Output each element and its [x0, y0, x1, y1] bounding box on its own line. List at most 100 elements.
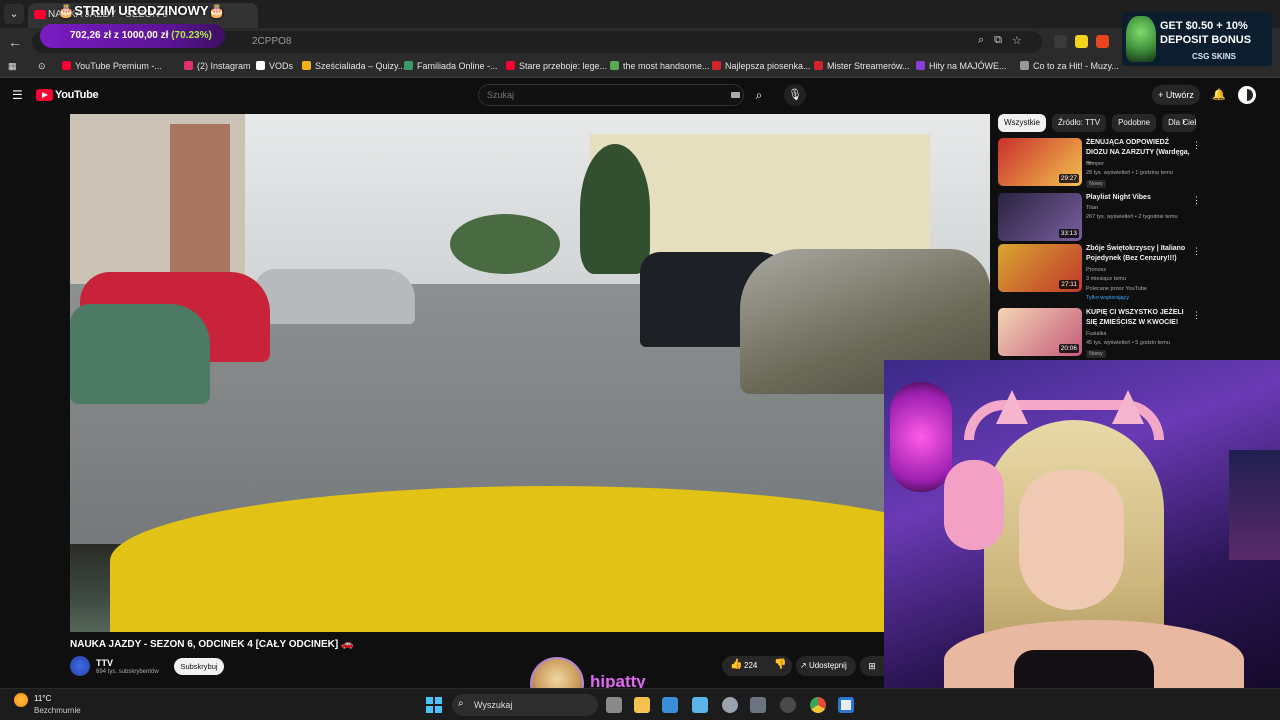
- bookmark-favicon-icon: [712, 61, 721, 70]
- bookmark-star-icon[interactable]: ☆: [1012, 34, 1022, 47]
- chip-all[interactable]: Wszystkie: [998, 114, 1046, 132]
- bookmark-favicon-icon: [506, 61, 515, 70]
- more-options-icon[interactable]: ⋮: [1192, 140, 1201, 151]
- webcam-cat-ear: [996, 390, 1028, 424]
- chip-related[interactable]: Podobne: [1112, 114, 1157, 132]
- thumbs-up-icon[interactable]: 👍: [730, 659, 742, 670]
- more-options-icon[interactable]: ⋮: [1192, 246, 1201, 257]
- donation-percent: (70.23%): [171, 30, 212, 41]
- apps-grid-icon[interactable]: ▦: [8, 61, 17, 72]
- task-view-icon[interactable]: [606, 697, 622, 713]
- recommendation-meta: 267 tys. wyświetleń • 2 tygodnie temu: [1086, 214, 1178, 220]
- bookmark-item[interactable]: YouTube Premium -...: [62, 61, 162, 71]
- recommendation-item[interactable]: 29:27 ŻENUJĄCA ODPOWIEDŹ DIOZU NA ZARZUT…: [998, 138, 1203, 190]
- bookmark-favicon-icon: [610, 61, 619, 70]
- bookmark-item[interactable]: Mister Streamerów...: [814, 61, 910, 71]
- webcam-overlay: [884, 360, 1280, 690]
- bookmark-item[interactable]: (2) Instagram: [184, 61, 251, 71]
- app-icon[interactable]: [692, 697, 708, 713]
- app-icon[interactable]: [750, 697, 766, 713]
- subscribe-button[interactable]: Subskrybuj: [174, 658, 224, 675]
- weather-temperature[interactable]: 11°C: [34, 694, 51, 703]
- more-options-icon[interactable]: ⋮: [1192, 195, 1201, 206]
- extension-icon[interactable]: [1075, 35, 1088, 48]
- start-tile: [435, 706, 442, 713]
- bookmark-favicon-icon: [404, 61, 413, 70]
- donation-goal-bar: 702,26 zł z 1000,00 zł (70.23%): [40, 24, 225, 48]
- bookmark-item[interactable]: Co to za Hit! - Muzy...: [1020, 61, 1119, 71]
- bookmark-item[interactable]: the most handsome...: [610, 61, 710, 71]
- recommendation-title[interactable]: Playlist Night Vibes: [1086, 193, 1190, 203]
- bookmark-item[interactable]: VODs: [256, 61, 293, 71]
- app-icon[interactable]: [780, 697, 796, 713]
- chip-for-you[interactable]: Dla Ciebie: [1162, 114, 1197, 132]
- microphone-icon[interactable]: 🎙: [784, 84, 806, 106]
- bookmark-favicon-icon: [256, 61, 265, 70]
- keyboard-icon[interactable]: [731, 92, 740, 98]
- channel-name[interactable]: TTV: [96, 658, 113, 668]
- thumbs-down-icon[interactable]: 👎: [774, 659, 786, 670]
- bookmark-favicon-icon: [814, 61, 823, 70]
- account-avatar[interactable]: [1238, 86, 1256, 104]
- weather-description[interactable]: Bezchmurnie: [34, 706, 81, 715]
- bookmark-label: YouTube Premium -...: [75, 61, 162, 71]
- bookmark-item[interactable]: Hity na MAJÓWE...: [916, 61, 1007, 71]
- video-player[interactable]: [70, 114, 990, 632]
- video-duration: 27:11: [1059, 280, 1079, 289]
- windows-start-icon[interactable]: [426, 697, 442, 713]
- channel-avatar[interactable]: [70, 656, 90, 676]
- bookmark-label: (2) Instagram: [197, 61, 251, 71]
- like-dislike-pill: 👍 224 👎: [722, 656, 792, 676]
- search-input[interactable]: [487, 88, 727, 102]
- recommendation-title[interactable]: KUPIĘ CI WSZYSTKO JEŻELI SIĘ ZMIEŚCISZ W…: [1086, 308, 1190, 327]
- chrome-icon[interactable]: [810, 697, 826, 713]
- taskbar-search[interactable]: ⌕ Wyszukaj: [452, 694, 598, 716]
- extension-icon[interactable]: [1054, 35, 1067, 48]
- settings-gear-icon[interactable]: [722, 697, 738, 713]
- recommendation-title[interactable]: Zbóje Świętokrzyscy | Italiano Pojedynek…: [1086, 244, 1190, 263]
- video-duration: 20:06: [1058, 344, 1079, 353]
- recommendation-channel: Titan: [1086, 205, 1099, 211]
- share-button[interactable]: ↗ Udostępnij: [796, 656, 856, 676]
- donation-goal: 1000,00 zł: [121, 30, 169, 41]
- recommendation-item[interactable]: 33:13 Playlist Night Vibes Titan 267 tys…: [998, 193, 1203, 245]
- webcam-microphone: [890, 382, 952, 492]
- youtube-logo-icon[interactable]: [36, 89, 53, 101]
- ad-banner: GET $0.50 + 10% DEPOSIT BONUS CSG SKINS: [1122, 12, 1272, 66]
- bookmark-item[interactable]: Najlepsza piosenka...: [712, 61, 811, 71]
- bookmark-icon[interactable]: ⊙: [38, 61, 46, 72]
- store-icon[interactable]: [662, 697, 678, 713]
- zoom-icon[interactable]: ⌕: [978, 34, 984, 47]
- recommendation-thumbnail[interactable]: 29:27: [998, 138, 1082, 186]
- bookmark-favicon-icon: [302, 61, 311, 70]
- chip-from-channel[interactable]: Źródło: TTV: [1052, 114, 1107, 132]
- bookmark-item[interactable]: Familiada Online -...: [404, 61, 498, 71]
- install-app-icon[interactable]: ⧉: [994, 34, 1002, 47]
- back-arrow-icon[interactable]: ←: [8, 34, 22, 50]
- recommendation-item[interactable]: 27:11 Zbóje Świętokrzyscy | Italiano Poj…: [998, 244, 1203, 301]
- chevron-right-icon[interactable]: ›: [1182, 116, 1185, 127]
- video-frame-tree: [450, 214, 560, 274]
- bookmark-item[interactable]: Stare przeboje: lege...: [506, 61, 607, 71]
- tab-search-icon[interactable]: ⌄: [4, 4, 24, 24]
- notifications-bell-icon[interactable]: 🔔: [1212, 88, 1226, 101]
- new-badge: Nowy: [1086, 350, 1106, 358]
- recommendation-thumbnail[interactable]: 20:06: [998, 308, 1082, 356]
- youtube-logo-text[interactable]: YouTube: [55, 89, 99, 101]
- app-icon[interactable]: [838, 697, 854, 713]
- recommendation-thumbnail[interactable]: 33:13: [998, 193, 1082, 241]
- weather-sun-icon[interactable]: [14, 693, 28, 707]
- file-explorer-icon[interactable]: [634, 697, 650, 713]
- save-playlist-icon[interactable]: ⊞: [860, 656, 884, 676]
- recommendation-item[interactable]: 20:06 KUPIĘ CI WSZYSTKO JEŻELI SIĘ ZMIEŚ…: [998, 308, 1203, 360]
- bookmark-favicon-icon: [62, 61, 71, 70]
- menu-icon[interactable]: ☰: [12, 88, 23, 102]
- webcam-streamer-face: [1019, 470, 1124, 610]
- recommendation-thumbnail[interactable]: 27:11: [998, 244, 1082, 292]
- search-icon[interactable]: ⌕: [744, 84, 774, 106]
- extension-icon[interactable]: [1096, 35, 1109, 48]
- start-tile: [426, 706, 433, 713]
- more-options-icon[interactable]: ⋮: [1192, 310, 1201, 321]
- bookmark-item[interactable]: Sześcialiada – Quizy...: [302, 61, 405, 71]
- create-button[interactable]: + Utwórz: [1152, 85, 1200, 105]
